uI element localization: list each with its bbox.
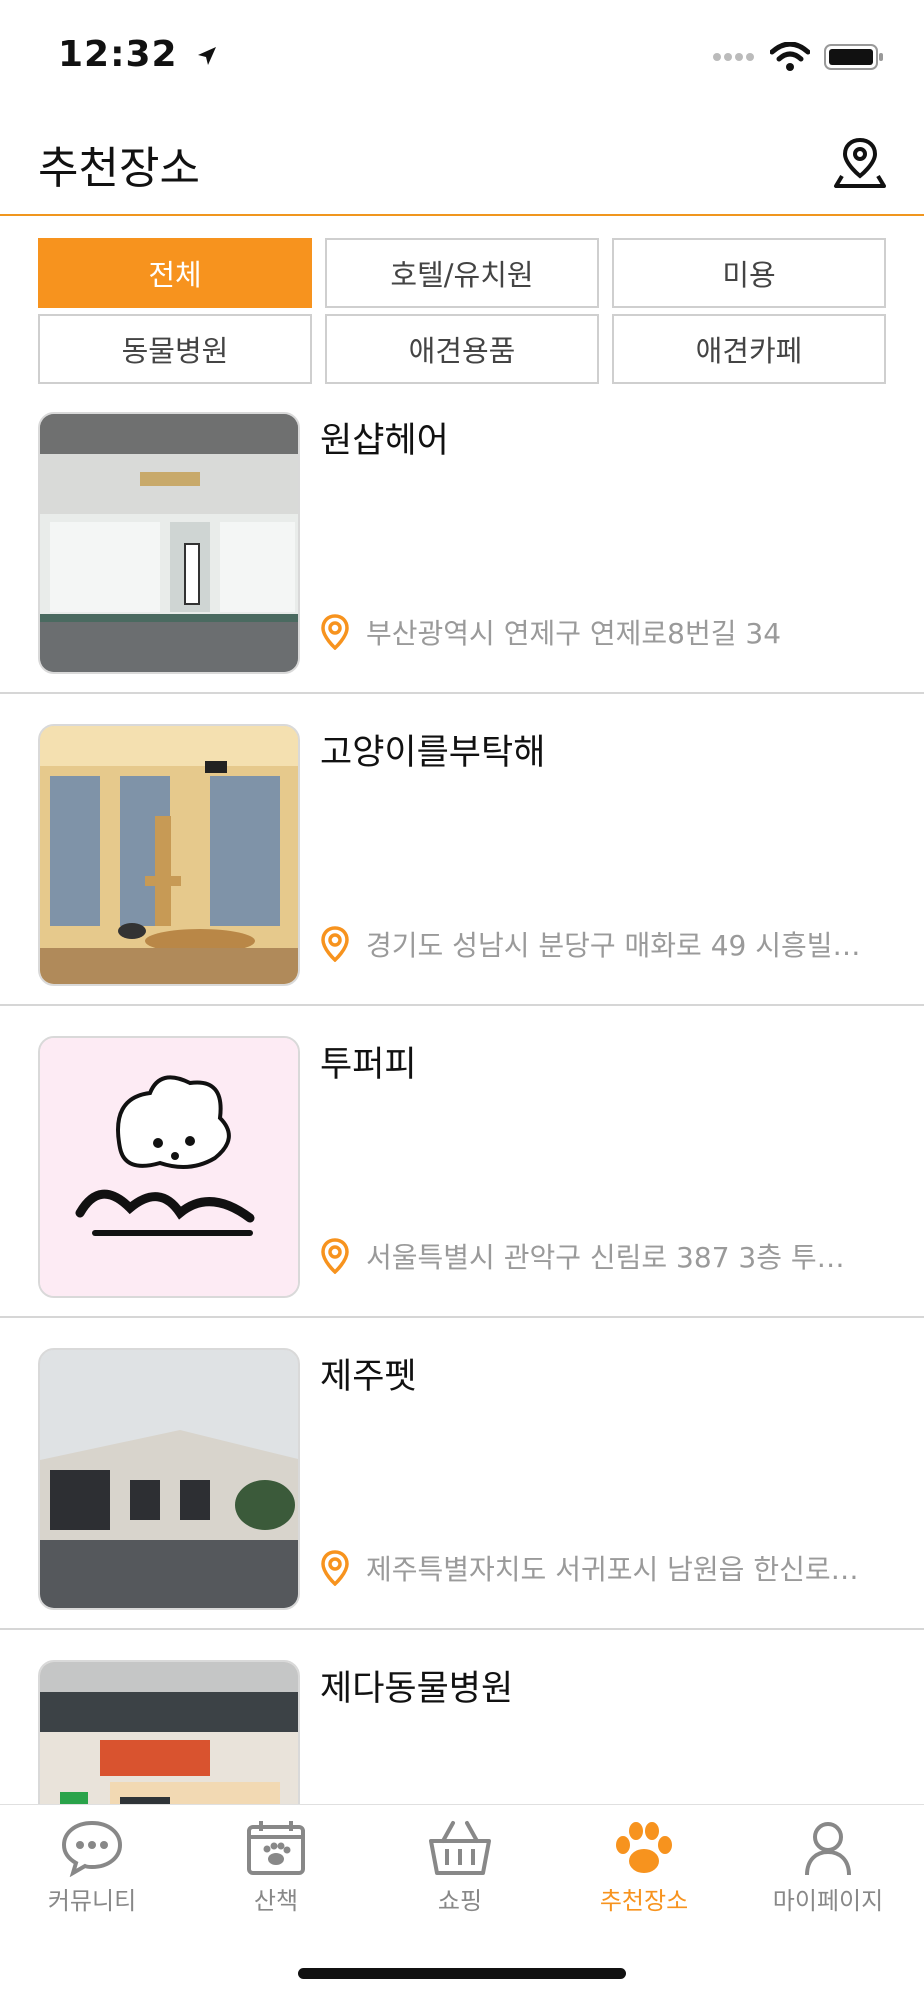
place-thumbnail	[38, 412, 300, 674]
location-pin-icon	[321, 614, 349, 650]
paw-icon	[616, 1822, 672, 1873]
place-address: 경기도 성남시 분당구 매화로 49 시흥빌…	[366, 929, 861, 962]
filter-all[interactable]: 전체	[38, 238, 312, 308]
page-title: 추천장소	[38, 143, 200, 194]
app-header: 추천장소	[0, 110, 924, 216]
tab-recommended-places[interactable]: 추천장소	[552, 1819, 736, 1916]
status-indicators	[712, 42, 884, 72]
wifi-icon	[770, 42, 810, 71]
tab-label: 커뮤니티	[47, 1887, 137, 1915]
place-list: 원샵헤어 부산광역시 연제구 연제로8번길 34 고양이를부탁해 경기도 성남시…	[0, 410, 924, 1804]
place-address: 부산광역시 연제구 연제로8번길 34	[366, 617, 782, 650]
basket-icon	[429, 1821, 491, 1875]
list-divider	[0, 692, 924, 694]
place-item[interactable]: 투퍼피 서울특별시 관악구 신림로 387 3층 투퍼피	[0, 1036, 924, 1348]
place-address: 제주특별자치도 서귀포시 남원읍 한신로…	[366, 1553, 859, 1586]
person-icon	[805, 1822, 851, 1876]
home-indicator	[298, 1968, 626, 1979]
filter-pet-supplies[interactable]: 애견용품	[325, 314, 599, 384]
battery-icon	[824, 44, 883, 70]
filter-pet-cafe[interactable]: 애견카페	[612, 314, 886, 384]
place-address-row: 서울특별시 관악구 신림로 387 3층 투퍼피	[320, 1236, 880, 1276]
place-address: 서울특별시 관악구 신림로 387 3층 투퍼피	[366, 1241, 866, 1274]
location-pin-icon	[321, 1550, 349, 1586]
tab-shopping[interactable]: 쇼핑	[368, 1819, 552, 1916]
place-item[interactable]: 고양이를부탁해 경기도 성남시 분당구 매화로 49 시흥빌…	[0, 724, 924, 1036]
place-thumbnail	[38, 1036, 300, 1298]
chat-bubble-icon	[61, 1820, 123, 1877]
status-time: 12:32	[58, 34, 219, 75]
calendar-paw-icon	[247, 1821, 305, 1875]
place-name: 투퍼피	[320, 1045, 417, 1085]
location-pin-icon	[321, 1238, 349, 1274]
status-bar: 12:32	[0, 0, 924, 110]
list-divider	[0, 1004, 924, 1006]
place-thumbnail	[38, 724, 300, 986]
place-address-row: 경기도 성남시 분당구 매화로 49 시흥빌…	[320, 924, 880, 964]
place-item[interactable]: 제다동물병원	[0, 1660, 924, 1804]
place-name: 제다동물병원	[320, 1669, 514, 1709]
location-arrow-icon	[198, 47, 217, 65]
tab-label: 산책	[253, 1887, 299, 1915]
place-thumbnail	[38, 1348, 300, 1610]
list-divider	[0, 1628, 924, 1630]
location-pin-icon	[321, 926, 349, 962]
tab-label: 쇼핑	[437, 1887, 483, 1915]
list-divider	[0, 1316, 924, 1318]
place-item[interactable]: 제주펫 제주특별자치도 서귀포시 남원읍 한신로…	[0, 1348, 924, 1660]
place-thumbnail	[38, 1660, 300, 1804]
map-button[interactable]	[832, 134, 888, 190]
place-item[interactable]: 원샵헤어 부산광역시 연제구 연제로8번길 34	[0, 412, 924, 724]
map-pin-icon	[834, 137, 886, 188]
tab-community[interactable]: 커뮤니티	[0, 1819, 184, 1916]
signal-icon	[713, 53, 754, 61]
tab-label: 마이페이지	[772, 1887, 884, 1915]
place-name: 원샵헤어	[320, 421, 449, 461]
filter-animal-hospital[interactable]: 동물병원	[38, 314, 312, 384]
place-address-row: 부산광역시 연제구 연제로8번길 34	[320, 612, 880, 652]
tab-walk[interactable]: 산책	[184, 1819, 368, 1916]
category-filters: 전체 호텔/유치원 미용 동물병원 애견용품 애견카페	[38, 238, 886, 384]
filter-hotel-kindergarten[interactable]: 호텔/유치원	[325, 238, 599, 308]
tab-label: 추천장소	[599, 1887, 689, 1915]
place-address-row: 제주특별자치도 서귀포시 남원읍 한신로…	[320, 1548, 880, 1588]
place-name: 고양이를부탁해	[320, 733, 546, 773]
filter-grooming[interactable]: 미용	[612, 238, 886, 308]
place-name: 제주펫	[320, 1357, 417, 1397]
tab-my-page[interactable]: 마이페이지	[736, 1819, 920, 1916]
